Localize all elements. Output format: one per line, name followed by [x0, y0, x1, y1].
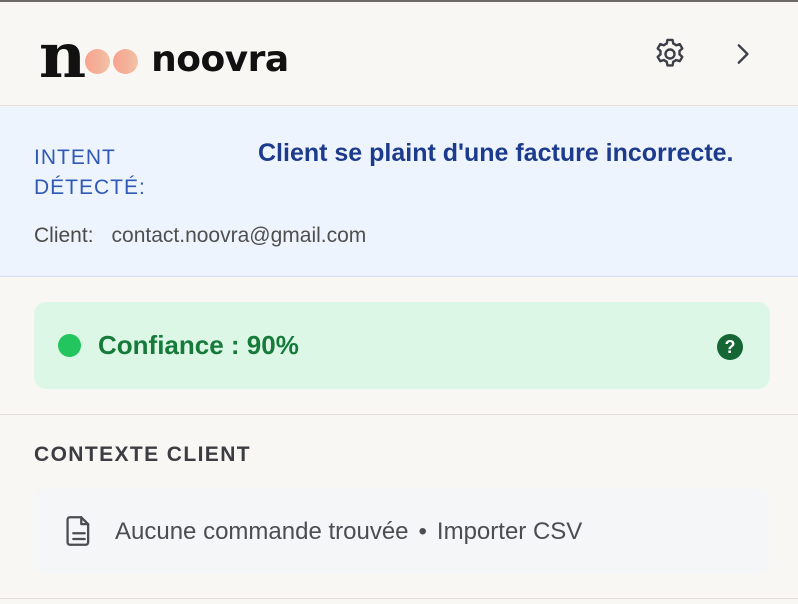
separator-bullet: • [418, 518, 427, 545]
header: n noovra [0, 2, 798, 106]
help-icon[interactable]: ? [717, 334, 743, 360]
status-dot-icon [58, 334, 81, 357]
context-title: CONTEXTE CLIENT [34, 443, 252, 466]
chevron-right-icon [737, 44, 749, 64]
client-email: contact.noovra@gmail.com [111, 224, 367, 247]
logo-wordmark: noovra [151, 38, 289, 80]
logo-dot [85, 48, 111, 74]
no-orders-text: Aucune commande trouvée [115, 518, 409, 545]
bottom-divider [0, 598, 798, 599]
confidence-section: Confiance : 90% ? [0, 277, 798, 415]
confidence-text: Confiance : 90% [98, 330, 299, 360]
intent-panel: INTENT DÉTECTÉ: Client se plaint d'une f… [0, 107, 798, 277]
context-text: Aucune commande trouvée • Importer CSV [115, 518, 582, 546]
logo-dots [85, 48, 141, 74]
gear-icon [656, 38, 684, 67]
client-row: Client: contact.noovra@gmail.com [34, 224, 366, 248]
confidence-card: Confiance : 90% ? [34, 302, 770, 389]
intent-label: INTENT DÉTECTÉ: [34, 146, 146, 199]
import-csv-link[interactable]: Importer CSV [437, 518, 582, 546]
document-icon [66, 516, 90, 546]
collapse-panel-button[interactable] [722, 34, 762, 74]
noovra-logo: n noovra [38, 19, 289, 92]
client-label: Client: [34, 224, 94, 247]
logo-dot [113, 48, 139, 74]
intent-description: Client se plaint d'une facture incorrect… [258, 139, 734, 167]
context-card: Aucune commande trouvée • Importer CSV [33, 488, 769, 574]
settings-button[interactable] [650, 34, 690, 74]
logo-n-letter: n [38, 19, 86, 92]
